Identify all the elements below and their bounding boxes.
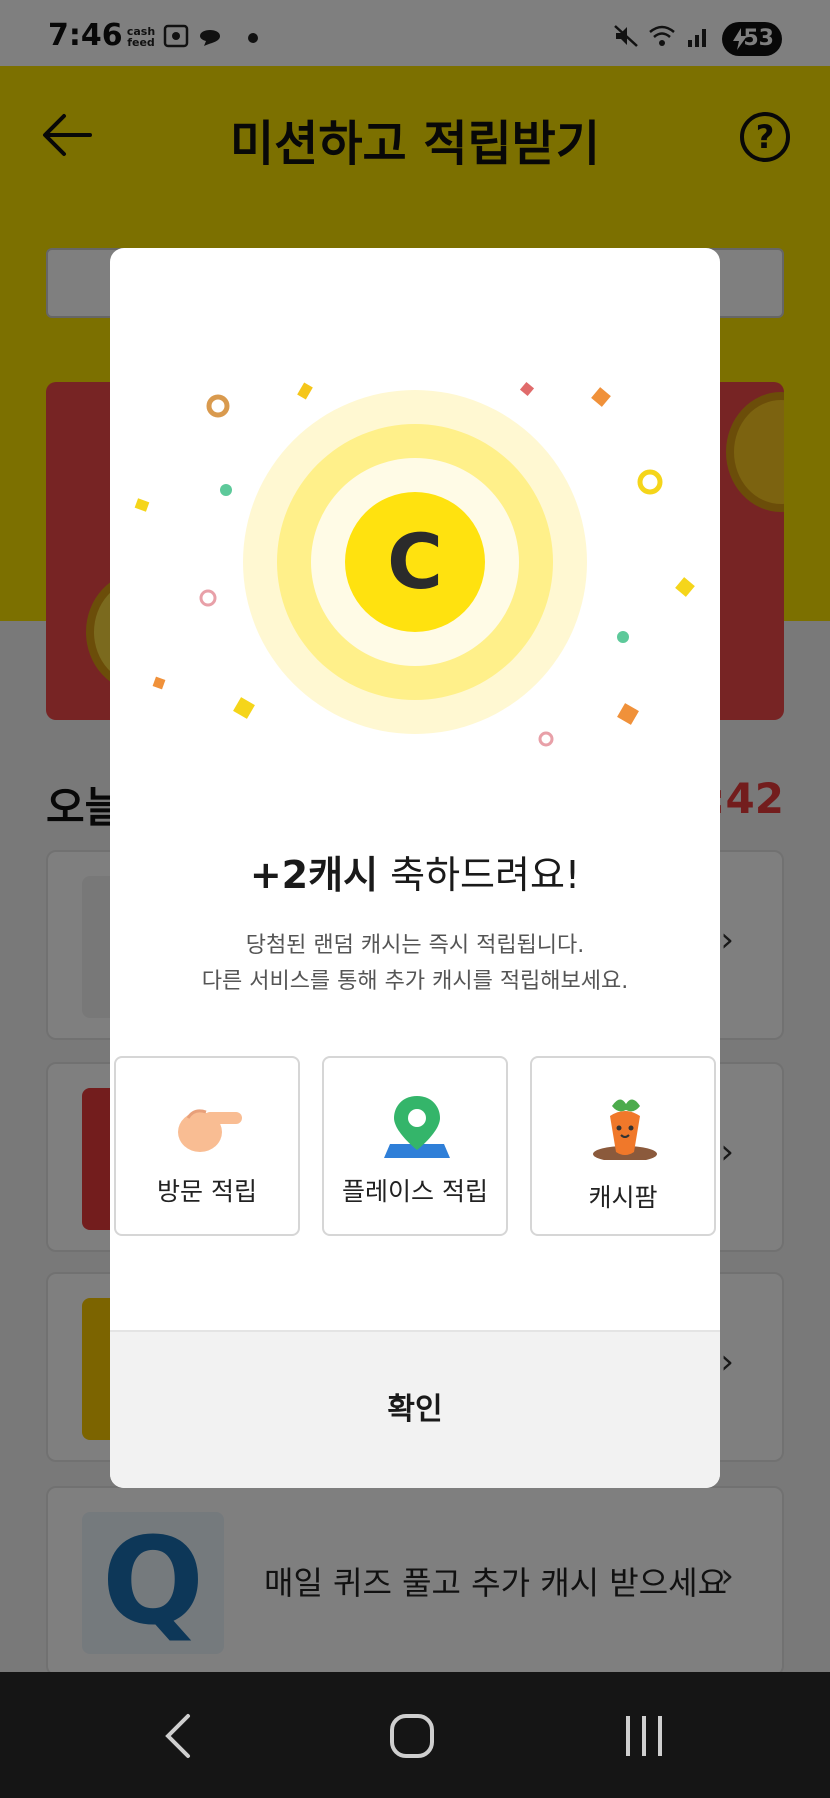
map-pin-icon — [384, 1096, 450, 1158]
reward-title: +2캐시 축하드려요! — [110, 844, 720, 899]
reward-message: 축하드려요! — [378, 853, 581, 897]
confirm-bar: 확인 — [110, 1330, 720, 1488]
visit-reward-button[interactable]: 방문 적립 — [114, 1056, 300, 1236]
reward-amount: +2캐시 — [249, 853, 379, 897]
reward-description: 당첨된 랜덤 캐시는 즉시 적립됩니다. 다른 서비스를 통해 추가 캐시를 적… — [110, 928, 720, 1000]
service-label: 캐시팜 — [588, 1183, 658, 1212]
system-nav-bar — [0, 1672, 830, 1798]
service-label: 플레이스 적립 — [342, 1177, 488, 1206]
carrot-icon — [593, 1099, 657, 1160]
nav-back-icon[interactable] — [152, 1708, 208, 1764]
reward-desc-line-2: 다른 서비스를 통해 추가 캐시를 적립해보세요. — [201, 969, 629, 994]
confirm-button[interactable]: 확인 — [110, 1332, 720, 1488]
service-label: 방문 적립 — [157, 1177, 257, 1206]
coin-letter: C — [387, 517, 443, 606]
reward-desc-line-1: 당첨된 랜덤 캐시는 즉시 적립됩니다. — [245, 933, 585, 958]
pointing-hand-icon — [178, 1109, 242, 1152]
coin-celebration-illustration: C — [134, 381, 695, 747]
reward-dialog: C +2캐시 축하드려요! 당첨된 랜덤 캐시는 즉시 적립됩니다. 다른 서비… — [110, 248, 720, 1488]
place-reward-button[interactable]: 플레이스 적립 — [322, 1056, 508, 1236]
nav-home-icon[interactable] — [384, 1708, 440, 1764]
cashfarm-button[interactable]: 캐시팜 — [530, 1056, 716, 1236]
nav-recents-icon[interactable] — [616, 1708, 672, 1764]
